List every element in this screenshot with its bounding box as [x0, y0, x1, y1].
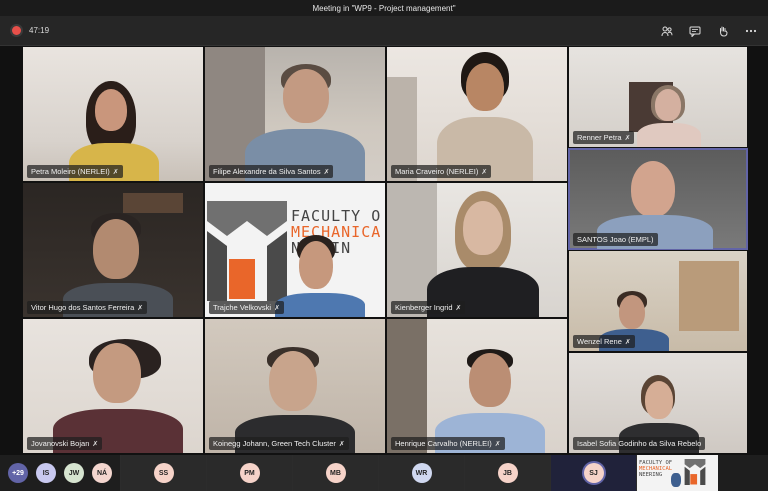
participant-name: Petra Moleiro (NERLEI)	[31, 167, 110, 176]
roster-slot-speaking: SJ	[550, 455, 636, 491]
shared-content-thumbnail[interactable]: FACULTY OF MECHANICAL NEERING	[636, 455, 718, 491]
participant-name-label: Petra Moleiro (NERLEI) ✗	[27, 165, 123, 178]
participant-avatar[interactable]: JB	[497, 463, 518, 483]
participant-name-label: Renner Petra ✗	[573, 131, 635, 144]
thumb-line-3: NEERING	[639, 471, 663, 478]
video-tile[interactable]: Kienberger Ingrid ✗	[386, 182, 568, 318]
video-grid: Petra Moleiro (NERLEI) ✗ Filipe Alexandre…	[22, 46, 748, 454]
video-tile[interactable]: Vitor Hugo dos Santos Ferreira ✗	[22, 182, 204, 318]
participant-name-label: Maria Craveiro (NERLEI) ✗	[391, 165, 492, 178]
participant-name: Jovanovski Bojan	[31, 439, 90, 448]
window-title: Meeting in "WP9 - Project management"	[312, 3, 456, 13]
mic-muted-icon: ✗	[624, 338, 631, 346]
mic-muted-icon: ✗	[274, 304, 280, 312]
video-tile[interactable]: Jovanovski Bojan ✗	[22, 318, 204, 454]
participant-name-label: Vitor Hugo dos Santos Ferreira ✗	[27, 301, 148, 314]
faculty-logo-image	[207, 201, 287, 301]
mic-muted-icon: ✗	[323, 168, 330, 176]
mic-muted-icon: ✗	[338, 440, 345, 448]
participant-avatar[interactable]: NÁ	[92, 463, 112, 483]
participant-name-label: Kienberger Ingrid ✗	[391, 301, 466, 314]
video-tile[interactable]: Wenzel Rene ✗	[568, 250, 748, 352]
participant-avatar[interactable]: SS	[153, 463, 174, 483]
participant-name-label: Filipe Alexandre da Silva Santos ✗	[209, 165, 334, 178]
mic-muted-icon: ✗	[92, 440, 99, 448]
faculty-logo-thumbnail	[684, 459, 706, 485]
participant-avatar-speaking[interactable]: SJ	[583, 463, 604, 483]
video-tile[interactable]: Isabel Sofia Godinho da Silva Rebelo	[568, 352, 748, 454]
mic-muted-icon: ✗	[624, 134, 631, 142]
participant-avatar[interactable]: JW	[64, 463, 84, 483]
participant-name: Wenzel Rene	[577, 337, 622, 346]
video-tile[interactable]: Renner Petra ✗	[568, 46, 748, 148]
participant-avatar[interactable]: WR	[411, 463, 432, 483]
video-tile[interactable]: Henrique Carvalho (NERLEI) ✗	[386, 318, 568, 454]
participant-name-label: Isabel Sofia Godinho da Silva Rebelo	[573, 437, 706, 450]
participant-name: Trajche Velkovski	[213, 303, 272, 312]
participant-name: Kienberger Ingrid	[395, 303, 453, 312]
video-tile[interactable]: Maria Craveiro (NERLEI) ✗	[386, 46, 568, 182]
video-tile-active-speaker[interactable]: SANTOS Joao (EMPL)	[568, 148, 748, 250]
participant-avatar[interactable]: IS	[36, 463, 56, 483]
teams-meeting-window: Meeting in "WP9 - Project management" 47…	[0, 0, 768, 491]
participant-roster-bar: +29 IS JW NÁ SS PM MB WR JB SJ FACULTY O…	[0, 455, 768, 491]
participant-avatar[interactable]: MB	[325, 463, 346, 483]
raise-hand-icon[interactable]	[716, 24, 730, 38]
video-tile[interactable]: FACULTY O MECHANICA NEERIN Trajche Velko…	[204, 182, 386, 318]
participant-name: SANTOS Joao (EMPL)	[577, 235, 654, 244]
participant-name: Vitor Hugo dos Santos Ferreira	[31, 303, 135, 312]
participant-name-label: SANTOS Joao (EMPL)	[573, 233, 658, 246]
mic-muted-icon: ✗	[137, 304, 144, 312]
mic-muted-icon: ✗	[481, 168, 488, 176]
roster-slot: SS	[120, 455, 206, 491]
participant-name: Renner Petra	[577, 133, 622, 142]
participant-name: Isabel Sofia Godinho da Silva Rebelo	[577, 439, 702, 448]
video-tile[interactable]: Filipe Alexandre da Silva Santos ✗	[204, 46, 386, 182]
chat-icon[interactable]	[688, 24, 702, 38]
roster-slot: PM	[206, 455, 292, 491]
participant-name-label: Henrique Carvalho (NERLEI) ✗	[391, 437, 505, 450]
meeting-toolbar: 47:19	[0, 16, 768, 46]
mic-muted-icon: ✗	[112, 168, 119, 176]
participant-name: Maria Craveiro (NERLEI)	[395, 167, 479, 176]
more-participants-badge[interactable]: +29	[8, 463, 28, 483]
window-title-bar: Meeting in "WP9 - Project management"	[0, 0, 768, 16]
participant-name: Henrique Carvalho (NERLEI)	[395, 439, 492, 448]
participant-name-label: Wenzel Rene ✗	[573, 335, 635, 348]
participant-name: Koinegg Johann, Green Tech Cluster	[213, 439, 336, 448]
roster-slot: JB	[464, 455, 550, 491]
participant-name-label: Trajche Velkovski ✗	[209, 301, 284, 314]
mic-muted-icon: ✗	[494, 440, 501, 448]
participant-name-label: Koinegg Johann, Green Tech Cluster ✗	[209, 437, 349, 450]
participant-avatar[interactable]: PM	[239, 463, 260, 483]
video-tile[interactable]: Petra Moleiro (NERLEI) ✗	[22, 46, 204, 182]
mic-muted-icon: ✗	[455, 304, 462, 312]
more-icon[interactable]	[744, 24, 758, 38]
people-icon[interactable]	[660, 24, 674, 38]
recording-icon	[12, 26, 21, 35]
meeting-timer: 47:19	[29, 26, 50, 35]
roster-slot: WR	[378, 455, 464, 491]
thumbnail-presenter	[671, 473, 681, 487]
participant-name-label: Jovanovski Bojan ✗	[27, 437, 103, 450]
thumbnail-text: FACULTY OF MECHANICAL NEERING	[639, 460, 672, 478]
roster-slot: MB	[292, 455, 378, 491]
participant-name: Filipe Alexandre da Silva Santos	[213, 167, 321, 176]
video-tile[interactable]: Koinegg Johann, Green Tech Cluster ✗	[204, 318, 386, 454]
